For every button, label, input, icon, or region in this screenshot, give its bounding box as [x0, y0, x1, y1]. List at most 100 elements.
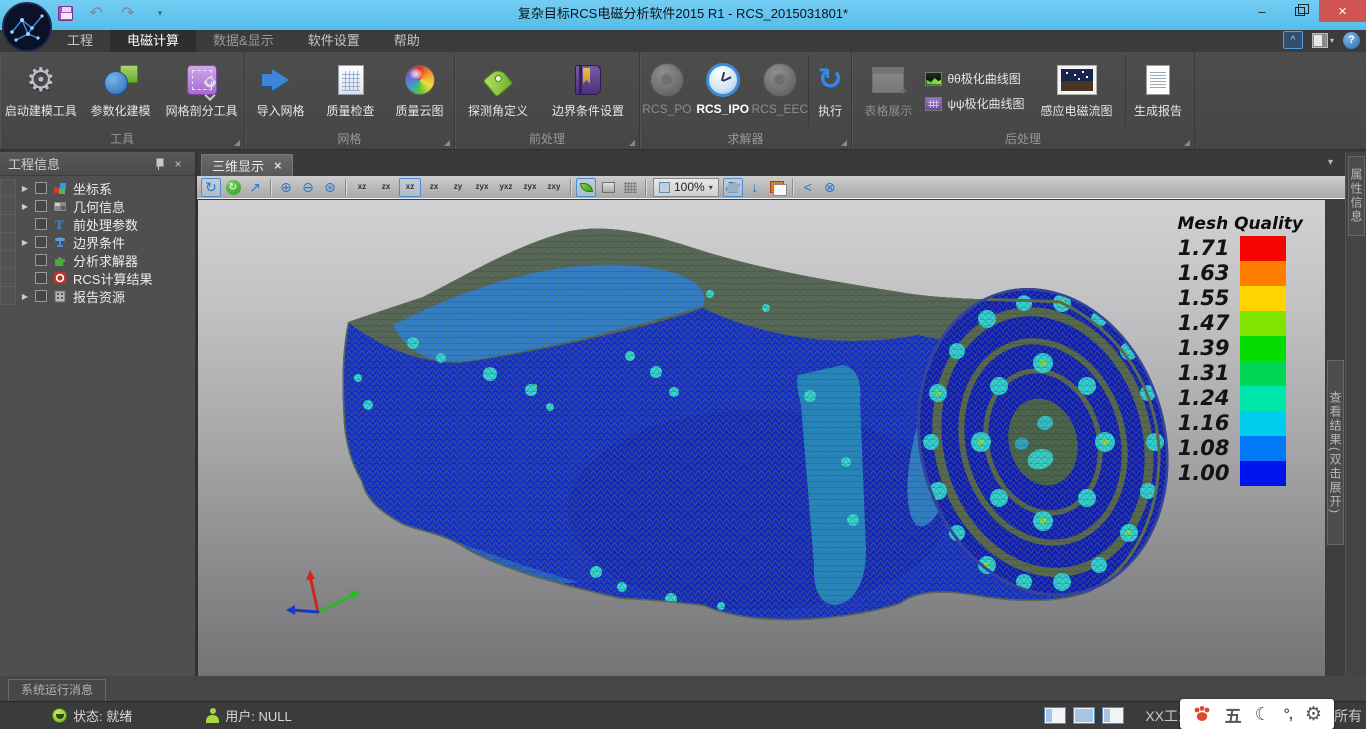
view-zx2-icon[interactable]: zx: [423, 178, 445, 197]
checkbox[interactable]: [35, 200, 47, 212]
refresh-view-icon[interactable]: ↻: [223, 178, 243, 197]
table-display-button[interactable]: 表格展示: [855, 55, 921, 127]
mesh-display-icon[interactable]: [723, 178, 743, 197]
mesh-partition-tool-button[interactable]: 网格剖分工具: [159, 55, 244, 127]
view-iso2-icon[interactable]: zxy: [543, 178, 565, 197]
view-iso-icon[interactable]: zyx: [519, 178, 541, 197]
import-mesh-button[interactable]: 导入网格: [246, 55, 316, 127]
view-results-tab[interactable]: 查看结果(双击展开): [1327, 360, 1344, 545]
points-view-icon[interactable]: [620, 178, 640, 197]
group-expand-icon[interactable]: [629, 140, 635, 146]
view-xz-icon[interactable]: xz: [351, 178, 373, 197]
theta-curve-button[interactable]: θθ极化曲线图: [925, 70, 1024, 87]
probe-angle-button[interactable]: 探测角定义: [457, 55, 539, 127]
share-view-icon[interactable]: <: [798, 178, 818, 197]
menu-tab-project[interactable]: 工程: [50, 30, 110, 52]
close-view-icon[interactable]: ⊗: [820, 178, 840, 197]
expander-icon[interactable]: ▶: [20, 292, 30, 301]
induced-current-map-button[interactable]: 感应电磁流图: [1029, 55, 1125, 127]
ime-paw-icon[interactable]: [1192, 705, 1212, 723]
zoom-out-icon[interactable]: ⊖: [298, 178, 318, 197]
checkbox[interactable]: [35, 236, 47, 248]
layout-right-panel-button[interactable]: [1102, 707, 1124, 724]
view-xz2-icon[interactable]: xz: [399, 178, 421, 197]
layers-icon[interactable]: [767, 178, 787, 197]
tree-item-rcs-results[interactable]: RCS计算结果: [16, 269, 195, 287]
ime-settings-icon[interactable]: ⚙: [1305, 703, 1322, 726]
rotate-view-icon[interactable]: ↻: [201, 178, 221, 197]
minimize-button[interactable]: –: [1243, 0, 1281, 22]
expander-icon[interactable]: ▶: [20, 184, 30, 193]
expander-icon[interactable]: ▶: [20, 202, 30, 211]
tree-item-coordinate-system[interactable]: ▶ 坐标系: [16, 179, 195, 197]
group-expand-icon[interactable]: [234, 140, 240, 146]
menu-tab-settings[interactable]: 软件设置: [291, 30, 377, 52]
view-zy-icon[interactable]: zy: [447, 178, 469, 197]
ime-mode-key[interactable]: 五: [1225, 702, 1242, 727]
zoom-level-select[interactable]: 100% ▾: [653, 178, 719, 197]
checkbox[interactable]: [35, 182, 47, 194]
quality-contour-button[interactable]: 质量云图: [386, 55, 454, 127]
ribbon-collapse-icon[interactable]: ^: [1283, 31, 1303, 49]
tree-item-analysis-solver[interactable]: 分析求解器: [16, 251, 195, 269]
view-zx-icon[interactable]: zx: [375, 178, 397, 197]
layout-full-panel-button[interactable]: [1073, 707, 1095, 724]
rcs-po-button[interactable]: RCS_PO: [640, 55, 694, 127]
group-expand-icon[interactable]: [841, 140, 847, 146]
menu-tab-help[interactable]: 帮助: [377, 30, 437, 52]
shaded-view-icon[interactable]: [576, 178, 596, 197]
rcs-eec-button[interactable]: RCS_EEC: [752, 55, 809, 127]
close-button[interactable]: ×: [1319, 0, 1366, 22]
group-expand-icon[interactable]: [1184, 140, 1190, 146]
legend-row: 1.55: [1178, 286, 1303, 311]
tree-item-preprocess-params[interactable]: T 前处理参数: [16, 215, 195, 233]
tabbar-caret-icon[interactable]: ▾: [1328, 157, 1333, 168]
tree-item-boundary-condition[interactable]: ▶ 边界条件: [16, 233, 195, 251]
restore-button[interactable]: [1281, 0, 1319, 22]
layout-left-panel-button[interactable]: [1044, 707, 1066, 724]
view-zyx-icon[interactable]: zyx: [471, 178, 493, 197]
boundary-condition-button[interactable]: 边界条件设置: [539, 55, 637, 127]
property-info-tab[interactable]: 属性信息: [1348, 156, 1365, 236]
ribbon-group-postprocess: 表格展示 θθ极化曲线图 ψψ极化曲线图 感应电磁流图 生成报告: [852, 52, 1195, 149]
panel-close-icon[interactable]: ×: [169, 157, 187, 171]
viewport-3d[interactable]: Mesh Quality 1.71 1.63 1.55 1.47 1.39 1.…: [197, 200, 1325, 676]
launch-modeling-tool-button[interactable]: ⚙ 启动建模工具: [0, 55, 82, 127]
menu-tab-data-display[interactable]: 数据&显示: [196, 30, 291, 52]
status-indicator: 状态: 就绪: [52, 706, 132, 725]
checkbox[interactable]: [35, 254, 47, 266]
ime-punctuation-icon[interactable]: °,: [1284, 706, 1292, 723]
psi-curve-button[interactable]: ψψ极化曲线图: [925, 95, 1024, 112]
view-yxz-icon[interactable]: yxz: [495, 178, 517, 197]
zoom-window-icon[interactable]: ⊛: [320, 178, 340, 197]
checkbox[interactable]: [35, 290, 47, 302]
mesh-model[interactable]: [198, 200, 1326, 676]
pin-icon[interactable]: [155, 158, 163, 170]
window-style-button[interactable]: ▾: [1312, 33, 1334, 48]
execute-button[interactable]: ↻ 执行: [808, 55, 851, 127]
ime-moon-icon[interactable]: ☾: [1255, 704, 1271, 725]
drop-down-view-icon[interactable]: ↓: [745, 178, 765, 197]
zoom-in-icon[interactable]: ⊕: [276, 178, 296, 197]
help-icon[interactable]: ?: [1343, 32, 1360, 49]
parametric-modeling-button[interactable]: 参数化建模: [82, 55, 160, 127]
fit-view-icon[interactable]: ↗: [245, 178, 265, 197]
viewport-tab-3d[interactable]: 三维显示 ×: [201, 154, 293, 176]
ime-toolbar[interactable]: 五 ☾ °, ⚙: [1180, 699, 1334, 729]
generate-report-button[interactable]: 生成报告: [1125, 55, 1191, 127]
menu-tab-em-compute[interactable]: 电磁计算: [110, 30, 196, 52]
project-panel-header: 工程信息 ×: [0, 152, 195, 176]
tree-item-report-resources[interactable]: ▶ 报告资源: [16, 287, 195, 305]
project-info-panel: 工程信息 × ▶ 坐标系 ▶ 几何信息 T 前处理参数 ▶ 边界条件: [0, 152, 197, 676]
flat-view-icon[interactable]: [598, 178, 618, 197]
tree-item-geometry-info[interactable]: ▶ 几何信息: [16, 197, 195, 215]
tab-close-icon[interactable]: ×: [274, 158, 282, 173]
model-body: [198, 200, 1326, 676]
checkbox[interactable]: [35, 272, 47, 284]
system-message-tab[interactable]: 系统运行消息: [8, 679, 106, 701]
quality-check-button[interactable]: 质量检查: [316, 55, 386, 127]
checkbox[interactable]: [35, 218, 47, 230]
group-expand-icon[interactable]: [444, 140, 450, 146]
rcs-ipo-button[interactable]: RCS_IPO: [694, 55, 752, 127]
expander-icon[interactable]: ▶: [20, 238, 30, 247]
